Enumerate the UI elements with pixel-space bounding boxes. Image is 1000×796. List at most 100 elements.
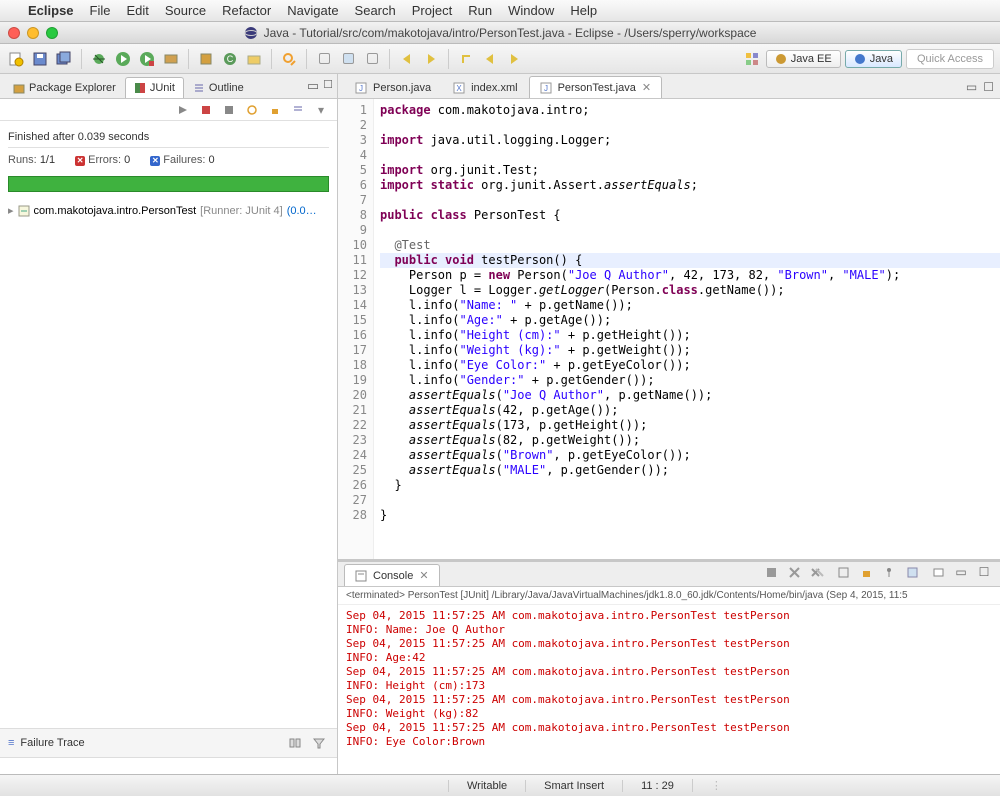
menu-window[interactable]: Window [508, 3, 554, 18]
show-whitespace-button[interactable] [362, 49, 382, 69]
console-max-button[interactable]: ☐ [974, 562, 994, 582]
minimize-editor-icon[interactable]: ▭ [966, 80, 977, 94]
menu-eclipse[interactable]: Eclipse [28, 3, 74, 18]
last-edit-button[interactable] [456, 49, 476, 69]
toggle-mark-button[interactable] [338, 49, 358, 69]
window-title: Java - Tutorial/src/com/makotojava/intro… [264, 26, 757, 40]
expand-icon[interactable]: ▸ [8, 204, 14, 217]
collapse-button[interactable] [288, 100, 308, 120]
run-last-button[interactable] [161, 49, 181, 69]
close-window[interactable] [8, 27, 20, 39]
tab-label: Person.java [373, 82, 431, 94]
svg-text:C: C [227, 54, 234, 64]
remove-all-button[interactable] [807, 562, 827, 582]
test-tree-item[interactable]: ▸ com.makotojava.intro.PersonTest [Runne… [8, 202, 329, 219]
open-type-button[interactable] [244, 49, 264, 69]
debug-button[interactable] [89, 49, 109, 69]
tab-label: index.xml [471, 82, 517, 94]
left-pane: Package Explorer JUnit Outline ▭ ☐ ▾ [0, 74, 338, 774]
next-annotation-button[interactable] [421, 49, 441, 69]
window-titlebar: Java - Tutorial/src/com/makotojava/intro… [0, 22, 1000, 44]
errors-label: Errors: [88, 154, 121, 166]
errors-value: 0 [124, 154, 130, 166]
back-button[interactable] [480, 49, 500, 69]
editor-tab[interactable]: JPerson.java [344, 77, 442, 98]
file-icon: J [540, 82, 552, 94]
prev-annotation-button[interactable] [397, 49, 417, 69]
runs-value: 1/1 [40, 154, 55, 166]
new-class-button[interactable]: C [220, 49, 240, 69]
window-controls [8, 27, 58, 39]
new-button[interactable] [6, 49, 26, 69]
rerun-test-button[interactable] [173, 100, 193, 120]
menu-refactor[interactable]: Refactor [222, 3, 271, 18]
terminate-button[interactable] [761, 562, 781, 582]
editor-area: JPerson.javaXindex.xmlJPersonTest.java✕▭… [338, 74, 1000, 559]
view-menu-button[interactable]: ▾ [311, 100, 331, 120]
save-all-button[interactable] [54, 49, 74, 69]
scroll-lock-button[interactable] [856, 562, 876, 582]
status-insert-mode: Smart Insert [525, 780, 622, 792]
perspective-java[interactable]: Java [845, 50, 902, 68]
close-icon[interactable]: ✕ [419, 569, 428, 582]
menu-source[interactable]: Source [165, 3, 206, 18]
tab-outline[interactable]: Outline [184, 77, 253, 98]
menu-help[interactable]: Help [570, 3, 597, 18]
tab-junit[interactable]: JUnit [125, 77, 184, 98]
perspective-javaee[interactable]: Java EE [766, 50, 841, 68]
editor-tab[interactable]: Xindex.xml [442, 77, 528, 98]
junit-body: Finished after 0.039 seconds Runs: 1/1 ✕… [0, 121, 337, 225]
search-button[interactable] [279, 49, 299, 69]
console-launch-info: <terminated> PersonTest [JUnit] /Library… [338, 587, 1000, 605]
display-selected-button[interactable] [902, 562, 922, 582]
menu-navigate[interactable]: Navigate [287, 3, 338, 18]
tab-label: Package Explorer [29, 82, 116, 94]
failures-value: 0 [209, 154, 215, 166]
failure-trace-label: Failure Trace [20, 737, 84, 749]
maximize-editor-icon[interactable]: ☐ [983, 80, 994, 94]
rerun-failed-button[interactable] [196, 100, 216, 120]
menu-project[interactable]: Project [412, 3, 452, 18]
quick-access[interactable]: Quick Access [906, 49, 994, 69]
save-button[interactable] [30, 49, 50, 69]
history-button[interactable] [242, 100, 262, 120]
code-content[interactable]: package com.makotojava.intro;import java… [374, 99, 1000, 559]
console-min-button[interactable]: ▭ [951, 562, 971, 582]
code-editor[interactable]: 1234567891011121314151617181920212223242… [338, 99, 1000, 559]
open-console-button[interactable] [928, 562, 948, 582]
clear-console-button[interactable] [833, 562, 853, 582]
remove-launch-button[interactable] [784, 562, 804, 582]
tab-package-explorer[interactable]: Package Explorer [4, 77, 125, 98]
minimize-window[interactable] [27, 27, 39, 39]
stop-button[interactable] [219, 100, 239, 120]
minimize-view-icon[interactable]: ▭ [307, 78, 319, 94]
forward-button[interactable] [504, 49, 524, 69]
status-cursor-pos: 11 : 29 [622, 780, 692, 792]
failure-trace-header: ≡ Failure Trace [0, 728, 337, 758]
editor-tab[interactable]: JPersonTest.java✕ [529, 76, 662, 98]
toggle-breadcrumb-button[interactable] [314, 49, 334, 69]
new-package-button[interactable] [196, 49, 216, 69]
menu-file[interactable]: File [90, 3, 111, 18]
pin-console-button[interactable] [879, 562, 899, 582]
tab-console[interactable]: Console ✕ [344, 564, 440, 586]
menu-search[interactable]: Search [355, 3, 396, 18]
filter-button[interactable] [309, 733, 329, 753]
console-output[interactable]: Sep 04, 2015 11:57:25 AM com.makotojava.… [338, 605, 1000, 774]
console-icon [355, 570, 367, 582]
coverage-button[interactable] [137, 49, 157, 69]
lock-button[interactable] [265, 100, 285, 120]
maximize-view-icon[interactable]: ☐ [323, 78, 333, 94]
menu-run[interactable]: Run [468, 3, 492, 18]
close-icon[interactable]: ✕ [642, 81, 651, 94]
run-button[interactable] [113, 49, 133, 69]
view-tabs: Package Explorer JUnit Outline ▭ ☐ [0, 74, 337, 99]
eclipse-icon [244, 26, 258, 40]
zoom-window[interactable] [46, 27, 58, 39]
junit-icon [134, 82, 146, 94]
failure-icon: ✕ [150, 156, 160, 166]
timing: (0.0… [287, 205, 317, 217]
menu-edit[interactable]: Edit [126, 3, 148, 18]
compare-button[interactable] [285, 733, 305, 753]
open-perspective-button[interactable] [742, 49, 762, 69]
